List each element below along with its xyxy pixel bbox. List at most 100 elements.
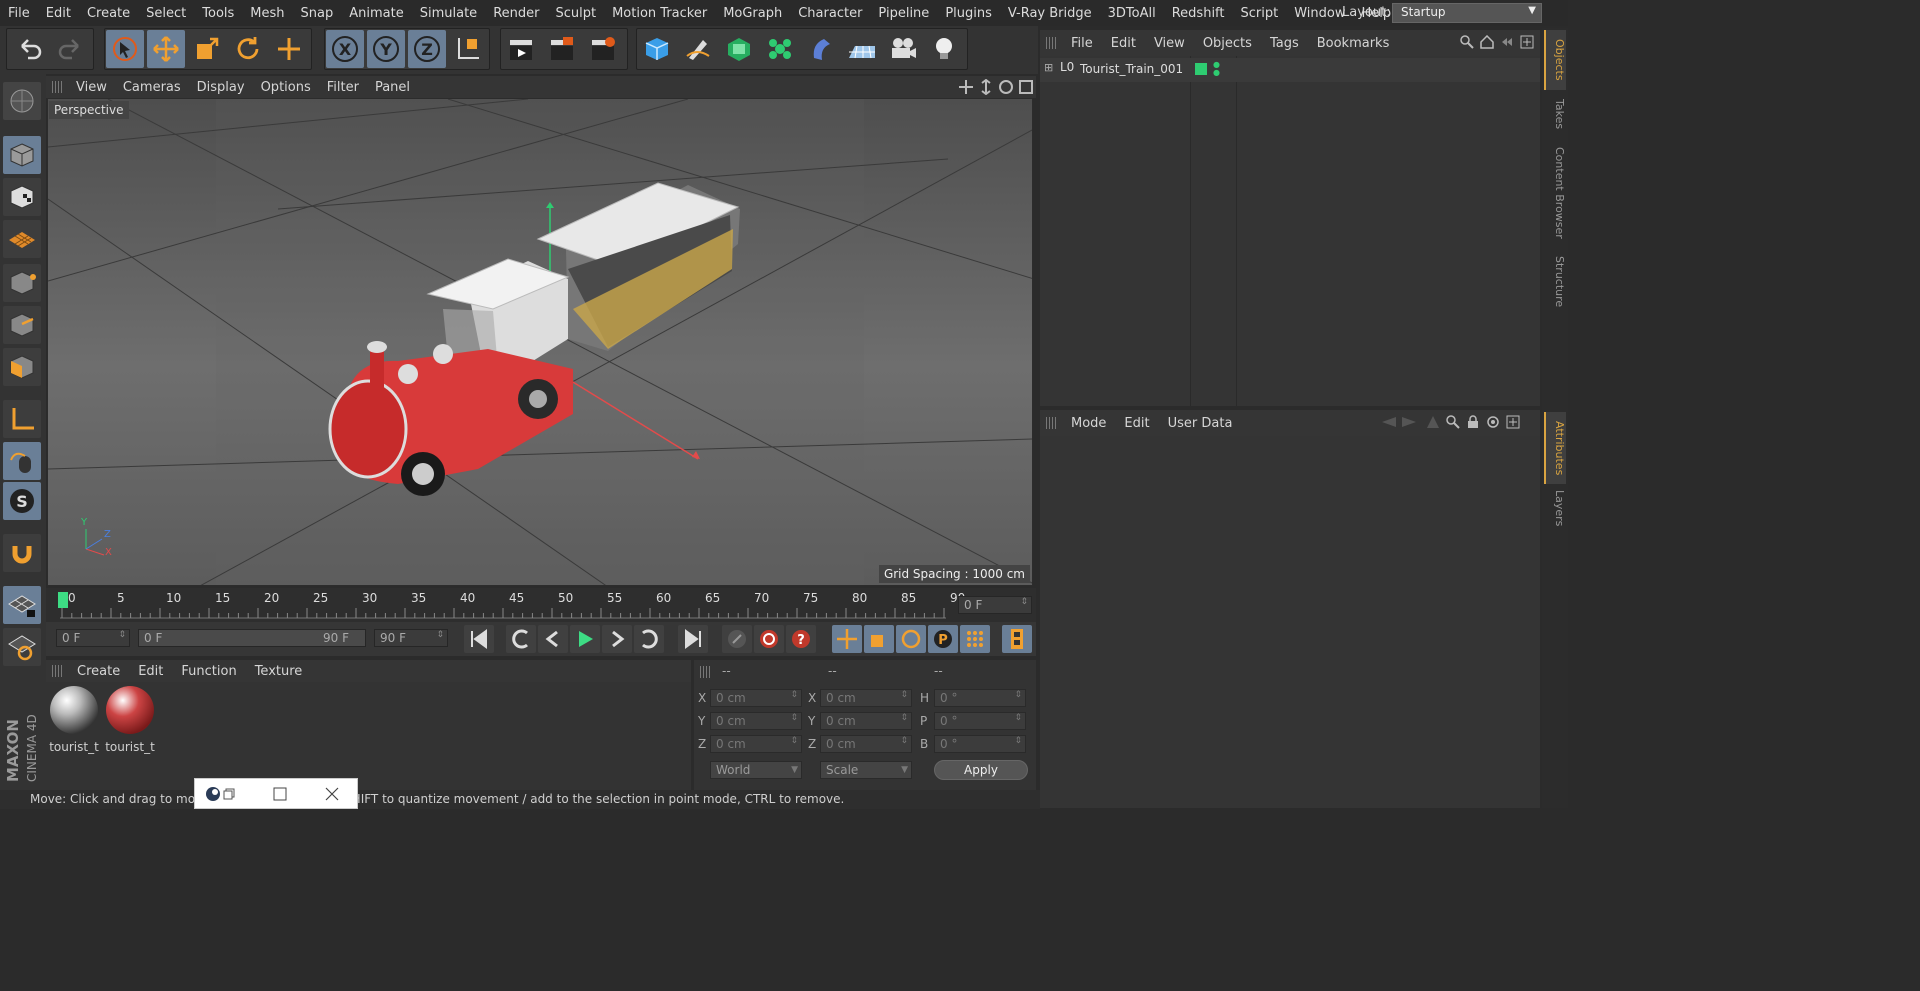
viewport-menu-display[interactable]: Display [189, 80, 253, 95]
expand-icon[interactable]: ⊞ [1044, 61, 1053, 74]
size-z-field[interactable]: 0 cm ⇕ [820, 735, 912, 753]
go-to-start-button[interactable] [464, 625, 494, 653]
floor-button[interactable] [843, 30, 881, 68]
layout-select[interactable]: Startup ▼ [1392, 3, 1542, 23]
tab-layers[interactable]: Layers [1544, 486, 1566, 530]
tab-objects[interactable]: Objects [1544, 30, 1566, 90]
frame-range-slider[interactable]: 0 F 90 F [138, 629, 366, 647]
menu-vray-bridge[interactable]: V-Ray Bridge [1000, 6, 1100, 21]
new-panel-icon[interactable] [1520, 35, 1534, 49]
size-mode-select[interactable]: Scale ▼ [820, 761, 912, 779]
new-panel-icon[interactable] [1506, 415, 1520, 429]
menu-select[interactable]: Select [138, 6, 194, 21]
move-button[interactable] [147, 30, 185, 68]
z-axis-button[interactable]: Z [408, 30, 446, 68]
rot-p-field[interactable]: 0 ° ⇕ [934, 712, 1026, 730]
target-icon[interactable] [1486, 415, 1500, 429]
go-to-end-button[interactable] [678, 625, 708, 653]
up-arrow-icon[interactable] [1426, 415, 1440, 429]
attributes-menu-mode[interactable]: Mode [1062, 416, 1115, 431]
model-mode-button[interactable] [3, 136, 41, 174]
material-item[interactable]: tourist_t [104, 686, 156, 754]
material-menu-create[interactable]: Create [68, 664, 129, 679]
menu-tools[interactable]: Tools [194, 6, 242, 21]
recent-tool-button[interactable] [270, 30, 308, 68]
tab-attributes[interactable]: Attributes [1544, 412, 1566, 484]
end-frame-field[interactable]: 90 F ⇕ [374, 629, 448, 647]
objects-menu-tags[interactable]: Tags [1261, 36, 1308, 51]
rot-b-field[interactable]: 0 ° ⇕ [934, 735, 1026, 753]
search-icon[interactable] [1460, 35, 1474, 49]
attributes-menu-edit[interactable]: Edit [1115, 416, 1158, 431]
planar-workplane-button[interactable] [3, 628, 41, 666]
live-select-button[interactable] [106, 30, 144, 68]
timeline-ruler[interactable]: 051015202530354045505560657075808590 0 F… [46, 588, 1036, 622]
menu-snap[interactable]: Snap [293, 6, 342, 21]
record-rotation-button[interactable] [896, 625, 926, 653]
redo-button[interactable] [52, 30, 90, 68]
render-settings-button[interactable] [584, 30, 622, 68]
menu-animate[interactable]: Animate [341, 6, 411, 21]
lock-icon[interactable] [1466, 415, 1480, 429]
viewport-menu-view[interactable]: View [68, 80, 115, 95]
attributes-menu-user-data[interactable]: User Data [1159, 416, 1242, 431]
menu-create[interactable]: Create [79, 6, 138, 21]
viewport-menu-filter[interactable]: Filter [319, 80, 367, 95]
maximize-icon[interactable] [273, 787, 287, 801]
record-button[interactable] [722, 625, 752, 653]
cube-button[interactable] [638, 30, 676, 68]
view-label[interactable]: Perspective [49, 101, 129, 119]
previous-key-button[interactable] [506, 625, 536, 653]
record-pla-button[interactable] [960, 625, 990, 653]
objects-menu-view[interactable]: View [1145, 36, 1194, 51]
tab-takes[interactable]: Takes [1544, 92, 1566, 136]
apply-button[interactable]: Apply [934, 760, 1028, 780]
record-parameter-button[interactable]: P [928, 625, 958, 653]
record-position-button[interactable] [832, 625, 862, 653]
material-item[interactable]: tourist_t [48, 686, 100, 754]
make-editable-button[interactable] [3, 82, 41, 120]
record-scale-button[interactable] [864, 625, 894, 653]
menu-sculpt[interactable]: Sculpt [547, 6, 604, 21]
close-icon[interactable] [325, 787, 339, 801]
search-icon[interactable] [1446, 415, 1460, 429]
light-button[interactable] [925, 30, 963, 68]
pos-x-field[interactable]: 0 cm ⇕ [710, 689, 802, 707]
viewport-menu-panel[interactable]: Panel [367, 80, 418, 95]
x-axis-button[interactable]: X [326, 30, 364, 68]
pos-z-field[interactable]: 0 cm ⇕ [710, 735, 802, 753]
material-menu-edit[interactable]: Edit [129, 664, 172, 679]
next-frame-button[interactable] [602, 625, 632, 653]
menu-render[interactable]: Render [485, 6, 547, 21]
solo-button[interactable]: S [3, 482, 41, 520]
start-frame-field[interactable]: 0 F ⇕ [56, 629, 130, 647]
material-menu-texture[interactable]: Texture [246, 664, 312, 679]
object-name[interactable]: Tourist_Train_001 [1080, 62, 1183, 76]
object-row[interactable]: ⊞ L0 Tourist_Train_001 ● ● [1040, 58, 1540, 82]
subdivision-button[interactable] [720, 30, 758, 68]
objects-menu-bookmarks[interactable]: Bookmarks [1308, 36, 1399, 51]
pan-icon[interactable] [958, 79, 974, 95]
back-icon[interactable] [1500, 35, 1514, 49]
next-key-button[interactable] [634, 625, 664, 653]
points-mode-button[interactable] [3, 264, 41, 302]
pen-button[interactable] [679, 30, 717, 68]
menu-file[interactable]: File [0, 6, 38, 21]
menu-character[interactable]: Character [790, 6, 870, 21]
objects-menu-edit[interactable]: Edit [1102, 36, 1145, 51]
coordinate-system-button[interactable] [449, 30, 487, 68]
visibility-dots-icon[interactable]: ● ● [1213, 61, 1220, 77]
deformer-button[interactable] [802, 30, 840, 68]
orbit-icon[interactable] [998, 79, 1014, 95]
menu-edit[interactable]: Edit [38, 6, 79, 21]
render-picture-viewer-button[interactable] [543, 30, 581, 68]
tweak-mode-button[interactable] [3, 442, 41, 480]
size-x-field[interactable]: 0 cm ⇕ [820, 689, 912, 707]
undo-button[interactable] [10, 30, 48, 68]
snap-button[interactable] [3, 534, 41, 572]
menu-mograph[interactable]: MoGraph [715, 6, 790, 21]
render-view-button[interactable] [502, 30, 540, 68]
menu-plugins[interactable]: Plugins [937, 6, 1000, 21]
perspective-viewport[interactable]: Perspective Grid Spacing : 1000 cm Y Z X [47, 98, 1033, 586]
menu-script[interactable]: Script [1233, 6, 1287, 21]
